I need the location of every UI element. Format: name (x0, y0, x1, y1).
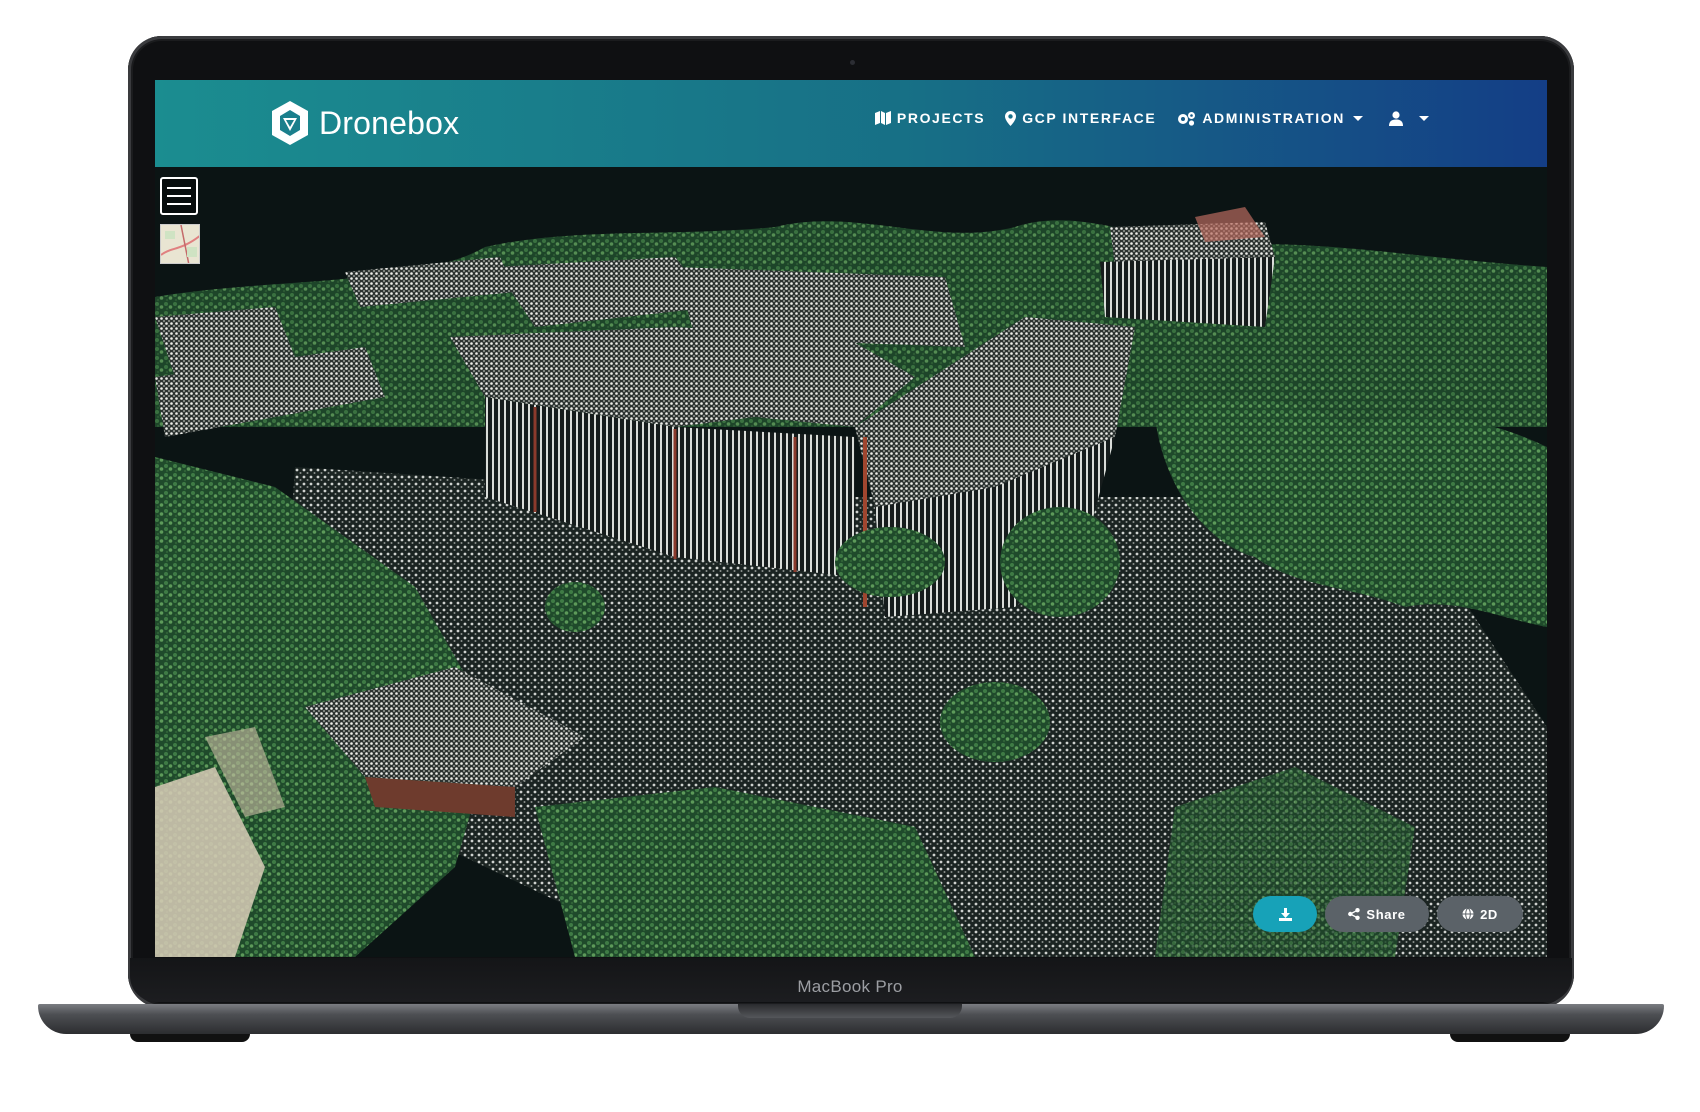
share-icon (1348, 908, 1361, 920)
nav-projects[interactable]: PROJECTS (874, 110, 986, 126)
map-marker-icon (1005, 110, 1017, 126)
laptop-foot-right (1450, 1034, 1570, 1042)
dronebox-logo-icon (272, 101, 308, 145)
viewer-controls: Share 2D (1253, 896, 1523, 932)
nav-gcp-label: GCP INTERFACE (1022, 110, 1157, 126)
viewer-menu-button[interactable] (160, 177, 198, 215)
point-cloud-viewer[interactable]: Share 2D (155, 167, 1547, 957)
download-icon (1278, 907, 1292, 921)
share-button[interactable]: Share (1325, 896, 1429, 932)
view-2d-button[interactable]: 2D (1437, 896, 1523, 932)
minimap[interactable] (160, 224, 200, 264)
share-label: Share (1366, 906, 1406, 922)
nav-administration[interactable]: ADMINISTRATION (1176, 110, 1363, 126)
nav-gcp-interface[interactable]: GCP INTERFACE (1005, 110, 1156, 126)
view-2d-label: 2D (1480, 906, 1498, 922)
minimap-image (161, 225, 199, 263)
download-button[interactable] (1253, 896, 1317, 932)
cogs-icon (1178, 111, 1196, 126)
top-navbar: Dronebox PROJECTS GCP INTERFACE ADMINIST… (155, 80, 1547, 167)
chevron-down-icon (1419, 115, 1429, 121)
device-model-label: MacBook Pro (797, 977, 903, 996)
laptop-foot-left (130, 1034, 250, 1042)
main-nav: PROJECTS GCP INTERFACE ADMINISTRATION (874, 110, 1429, 126)
chevron-down-icon (1353, 115, 1363, 121)
user-icon (1389, 110, 1403, 126)
brand[interactable]: Dronebox (269, 99, 459, 147)
app-screen: Dronebox PROJECTS GCP INTERFACE ADMINIST… (155, 80, 1547, 957)
camera (850, 60, 855, 65)
brand-name: Dronebox (319, 104, 460, 141)
laptop-notch (738, 1004, 962, 1018)
nav-admin-label: ADMINISTRATION (1202, 110, 1345, 126)
map-icon (874, 111, 891, 125)
hamburger-menu-icon (167, 187, 191, 189)
user-menu[interactable] (1389, 110, 1429, 126)
nav-projects-label: PROJECTS (896, 110, 986, 126)
globe-icon (1462, 908, 1474, 920)
point-cloud-render (155, 167, 1547, 957)
